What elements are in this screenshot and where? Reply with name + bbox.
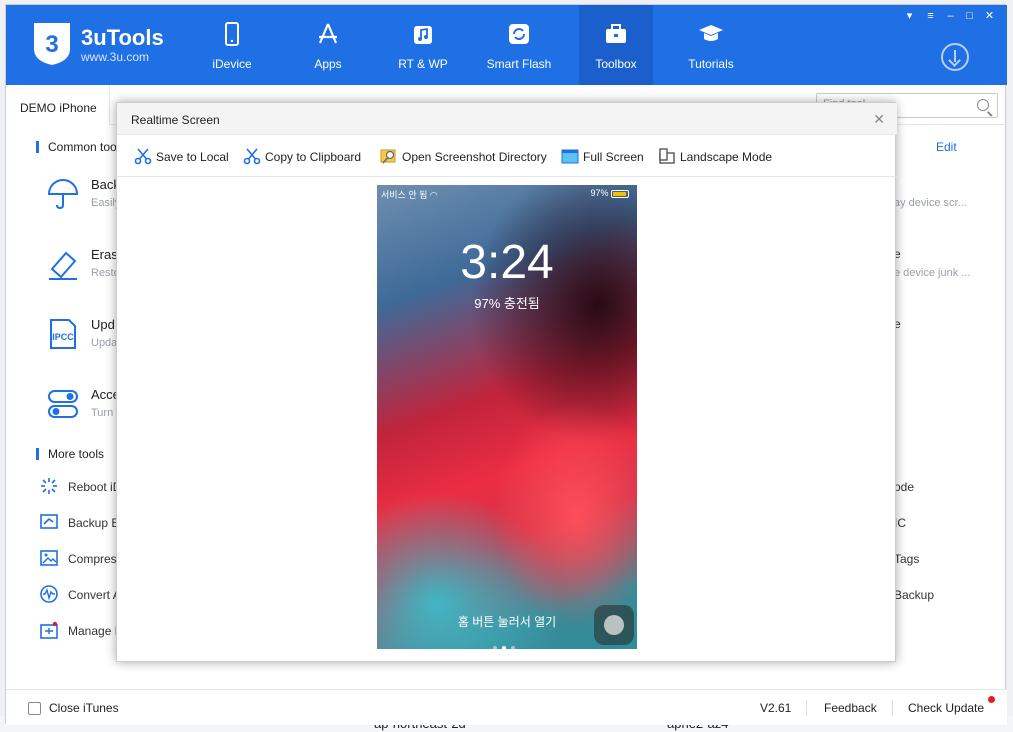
nav-label: iDevice xyxy=(212,57,252,71)
nav-label: Smart Flash xyxy=(486,57,552,71)
assistive-touch-icon[interactable] xyxy=(594,605,634,645)
toolbox-icon xyxy=(606,24,626,43)
nav-rt-wp[interactable]: RT & WP xyxy=(383,5,463,85)
check-update-link[interactable]: Check Update xyxy=(908,701,984,715)
camera-dot-icon xyxy=(511,646,515,649)
nav-idevice[interactable]: iDevice xyxy=(192,5,272,85)
rotate-icon xyxy=(659,148,675,164)
wifi-icon: ◠ xyxy=(429,190,438,200)
dialog-title: Realtime Screen xyxy=(117,103,897,135)
page-dot xyxy=(493,646,497,649)
appstore-icon xyxy=(318,23,338,44)
svg-text:3: 3 xyxy=(45,31,58,58)
right-more-item[interactable]: Tags xyxy=(894,552,919,566)
umbrella-icon xyxy=(47,179,79,210)
more-tool-item[interactable]: Reboot iD xyxy=(68,480,121,494)
tool-subtitle: Turn xyxy=(91,407,114,419)
toolbar-label: Full Screen xyxy=(583,150,644,164)
right-more-item[interactable]: ode xyxy=(894,480,914,494)
fullscreen-icon xyxy=(561,149,579,164)
edit-link[interactable]: Edit xyxy=(936,140,957,154)
close-icon[interactable]: ✕ xyxy=(982,9,997,23)
maximize-icon[interactable]: □ xyxy=(962,9,977,23)
manage-icon xyxy=(40,621,58,639)
minimize-icon[interactable]: – xyxy=(943,9,958,23)
right-subtitle: e device junk ... xyxy=(894,267,971,279)
logo-icon: 3 xyxy=(32,19,72,67)
close-itunes-label[interactable]: Close iTunes xyxy=(49,701,119,715)
music-icon xyxy=(414,26,432,44)
tool-title[interactable]: Upd xyxy=(91,317,115,332)
device-tab[interactable]: DEMO iPhone xyxy=(6,85,110,125)
phone-screen[interactable]: 서비스 안 됨 ◠ 97% 3:24 97% 충전됨 홈 버튼 눌러서 열기 xyxy=(377,185,637,649)
backup-icon xyxy=(40,514,58,529)
carrier-text: 서비스 안 됨 xyxy=(381,190,428,200)
divider xyxy=(892,700,893,716)
graduation-icon xyxy=(699,25,723,41)
update-badge xyxy=(988,696,995,703)
phone-icon xyxy=(225,22,239,46)
more-tools-heading: More tools xyxy=(36,448,104,460)
more-tool-item[interactable]: Convert A xyxy=(68,588,121,602)
tool-title[interactable]: Eras xyxy=(91,247,118,262)
common-tools-heading: Common tools xyxy=(36,141,125,153)
right-subtitle: ay device scr... xyxy=(894,197,967,209)
tool-subtitle: Upda xyxy=(91,337,118,349)
skin-icon[interactable]: ▾ xyxy=(902,9,917,23)
nav-label: Toolbox xyxy=(595,57,637,71)
toolbar-label: Copy to Clipboard xyxy=(265,150,362,164)
toggle-icon xyxy=(48,390,78,418)
toolbar-label: Open Screenshot Directory xyxy=(402,150,547,164)
right-more-item[interactable]: Backup xyxy=(894,588,934,602)
page-dots xyxy=(493,639,523,649)
nav-toolbox[interactable]: Toolbox xyxy=(579,5,653,85)
reboot-icon xyxy=(41,478,57,494)
nav-smart-flash[interactable]: Smart Flash xyxy=(479,5,559,85)
phone-carrier: 서비스 안 됨 ◠ xyxy=(381,188,438,201)
battery-text: 97% xyxy=(590,188,609,198)
more-tool-item[interactable]: Compres xyxy=(68,552,117,566)
ipcc-icon: IPCC xyxy=(50,319,76,349)
eraser-icon xyxy=(49,251,77,280)
nav-label: RT & WP xyxy=(398,57,448,71)
divider xyxy=(117,176,897,177)
folder-search-icon xyxy=(380,149,396,164)
flash-icon xyxy=(509,24,529,44)
close-itunes-checkbox[interactable] xyxy=(28,702,41,715)
divider xyxy=(806,700,807,716)
nav-apps[interactable]: Apps xyxy=(288,5,368,85)
scissors-icon xyxy=(243,148,261,165)
brand-name: 3uTools xyxy=(81,25,164,50)
version-label: V2.61 xyxy=(760,701,792,715)
dialog-title-text: Realtime Screen xyxy=(131,113,220,127)
scissors-icon xyxy=(134,148,152,165)
audio-wave-icon xyxy=(40,585,58,603)
brand-url: www.3u.com xyxy=(81,50,150,64)
lock-time: 3:24 xyxy=(460,236,554,289)
charge-status: 97% 충전됨 xyxy=(474,296,540,311)
feedback-link[interactable]: Feedback xyxy=(824,701,877,715)
page-dot xyxy=(502,646,506,649)
download-icon[interactable] xyxy=(941,43,969,71)
search-icon[interactable] xyxy=(977,99,989,111)
more-tool-item[interactable]: Backup B xyxy=(68,516,119,530)
realtime-screen-dialog: Realtime Screen ✕ Save to Local Copy to … xyxy=(116,102,897,662)
image-icon xyxy=(40,550,58,566)
phone-battery: 97% xyxy=(590,188,629,198)
top-nav-bar: 3 3uTools www.3u.com iDevice Apps RT & W… xyxy=(6,5,1007,85)
nav-label: Apps xyxy=(314,57,342,71)
menu-icon[interactable]: ≡ xyxy=(923,9,938,23)
nav-tutorials[interactable]: Tutorials xyxy=(671,5,751,85)
toolbar-label: Save to Local xyxy=(156,150,229,164)
svg-text:IPCC: IPCC xyxy=(52,332,74,342)
close-icon[interactable]: ✕ xyxy=(873,111,885,128)
toolbar-label: Landscape Mode xyxy=(680,150,773,164)
nav-label: Tutorials xyxy=(688,57,734,71)
battery-icon xyxy=(611,189,629,198)
status-bar: Close iTunes V2.61 Feedback Check Update xyxy=(6,689,1007,725)
